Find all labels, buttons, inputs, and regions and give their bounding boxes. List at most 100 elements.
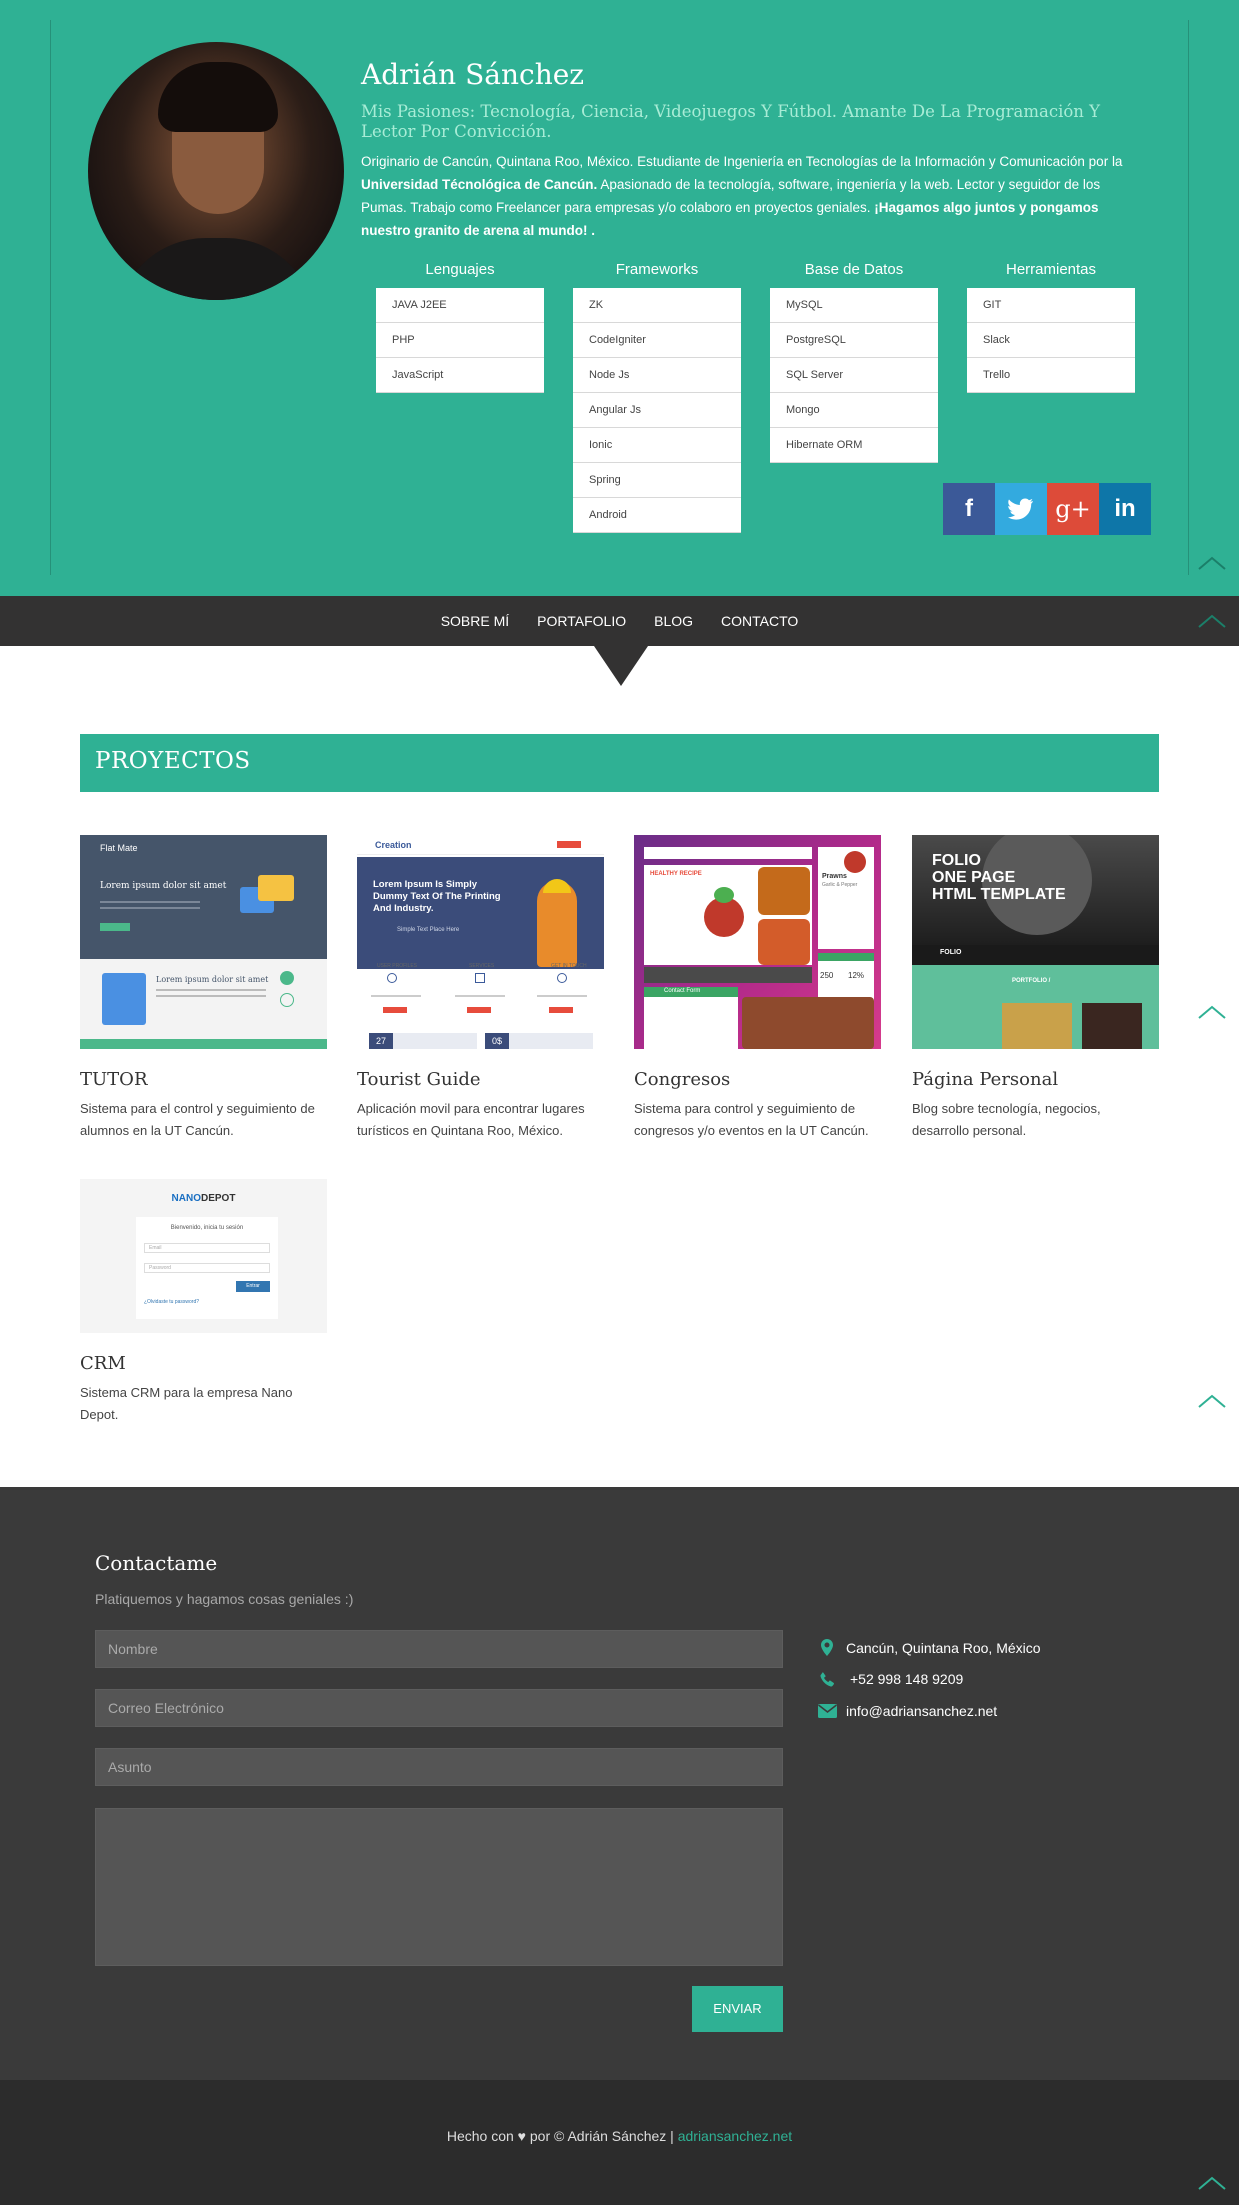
name-input[interactable]: Nombre [95, 1630, 783, 1668]
skills-tools: Herramientas GIT Slack Trello [967, 260, 1135, 393]
project-thumbnail[interactable]: FOLIO ONE PAGE HTML TEMPLATE FOLIO PORTF… [912, 835, 1159, 1049]
google-plus-icon: g+ [1055, 495, 1091, 523]
project-description: Sistema para el control y seguimiento de… [80, 1101, 315, 1138]
project-title[interactable]: CRM [80, 1353, 327, 1374]
skill-item: GIT [967, 288, 1135, 323]
twitter-icon [1008, 498, 1033, 520]
thumb-button: Entrar [236, 1281, 270, 1292]
thumb-card: Prawns [822, 873, 847, 880]
email-text[interactable]: info@adriansanchez.net [846, 1703, 997, 1719]
project-card-tutor[interactable]: Flat Mate Lorem ipsum dolor sit amet Lor… [80, 835, 327, 1142]
thumb-brand: Flat Mate [100, 843, 138, 853]
project-title[interactable]: Página Personal [912, 1069, 1159, 1090]
scroll-up-icon[interactable] [1198, 1394, 1226, 1408]
contact-phone: +52 998 148 9209 [814, 1671, 963, 1687]
project-title[interactable]: Tourist Guide [357, 1069, 604, 1090]
footer-text: Hecho con ♥ por © Adrián Sánchez | adria… [0, 2128, 1239, 2144]
skills-languages: Lenguajes JAVA J2EE PHP JavaScript [376, 260, 544, 393]
project-thumbnail[interactable]: Flat Mate Lorem ipsum dolor sit amet Lor… [80, 835, 327, 1049]
skill-item: ZK [573, 288, 741, 323]
project-card-congresos[interactable]: HEALTHY RECIPE Prawns Garlic & Pepper 25… [634, 835, 881, 1142]
skill-item: Slack [967, 323, 1135, 358]
contact-email: info@adriansanchez.net [814, 1703, 997, 1719]
contact-location: Cancún, Quintana Roo, México [814, 1639, 1041, 1656]
skills-databases: Base de Datos MySQL PostgreSQL SQL Serve… [770, 260, 938, 463]
scroll-up-icon[interactable] [1198, 614, 1226, 628]
project-thumbnail[interactable]: Creation Lorem Ipsum Is Simply Dummy Tex… [357, 835, 604, 1049]
project-card-pagina-personal[interactable]: FOLIO ONE PAGE HTML TEMPLATE FOLIO PORTF… [912, 835, 1159, 1142]
skill-item: Mongo [770, 393, 938, 428]
twitter-button[interactable] [995, 483, 1047, 535]
thumb-password: Password [144, 1263, 270, 1273]
thumb-card-sub: Garlic & Pepper [822, 882, 858, 888]
project-description: Aplicación movil para encontrar lugares … [357, 1101, 585, 1138]
skill-item: SQL Server [770, 358, 938, 393]
skill-item: JavaScript [376, 358, 544, 393]
skill-item: Spring [573, 463, 741, 498]
contact-section: Contactame Platiquemos y hagamos cosas g… [0, 1487, 1239, 2080]
project-description: Sistema CRM para la empresa Nano Depot. [80, 1385, 293, 1422]
thumb-num: 27 [369, 1033, 393, 1049]
project-title[interactable]: TUTOR [80, 1069, 327, 1090]
nav-link-portafolio[interactable]: PORTAFOLIO [537, 596, 626, 646]
linkedin-button[interactable]: in [1099, 483, 1151, 535]
nav-link-contacto[interactable]: CONTACTO [721, 596, 798, 646]
skill-item: Node Js [573, 358, 741, 393]
project-title[interactable]: Congresos [634, 1069, 881, 1090]
facebook-icon: f [965, 495, 973, 522]
thumb-badge: HEALTHY RECIPE [650, 871, 702, 877]
thumb-welcome: Bienvenido, inicia tu sesión [170, 1225, 244, 1231]
project-thumbnail[interactable]: NANODEPOT Bienvenido, inicia tu sesión E… [80, 1179, 327, 1333]
project-card-crm[interactable]: NANODEPOT Bienvenido, inicia tu sesión E… [80, 1179, 327, 1426]
subject-input[interactable]: Asunto [95, 1748, 783, 1786]
scroll-up-icon[interactable] [1198, 556, 1226, 570]
thumb-forgot: ¿Olvidaste tu password? [144, 1299, 200, 1305]
skill-item: JAVA J2EE [376, 288, 544, 323]
skills-heading: Base de Datos [804, 261, 904, 278]
scroll-up-icon[interactable] [1198, 1005, 1226, 1019]
message-textarea[interactable] [95, 1808, 783, 1966]
thumb-brand: Creation [375, 840, 412, 850]
skills-heading: Lenguajes [425, 261, 495, 278]
phone-text: +52 998 148 9209 [850, 1671, 964, 1687]
scroll-up-icon[interactable] [1198, 2176, 1226, 2190]
footer-link[interactable]: adriansanchez.net [678, 2128, 792, 2144]
footer-credit: Hecho con ♥ por © Adrián Sánchez | [446, 2128, 678, 2144]
skill-item: MySQL [770, 288, 938, 323]
thumb-cta: Simple Text Place Here [397, 927, 460, 933]
thumb-section: PORTFOLIO / [1012, 978, 1051, 984]
skill-item: CodeIgniter [573, 323, 741, 358]
projects-banner: PROYECTOS [80, 734, 1159, 792]
thumb-stat: 12% [848, 971, 865, 980]
location-text: Cancún, Quintana Roo, México [846, 1639, 1041, 1656]
thumb-col: USER PROFILES [377, 963, 418, 969]
avatar [88, 42, 344, 300]
thumb-line: FOLIO [932, 852, 981, 869]
skill-item: Angular Js [573, 393, 741, 428]
project-description: Sistema para control y seguimiento de co… [634, 1101, 869, 1138]
skill-item: PostgreSQL [770, 323, 938, 358]
nav-link-blog[interactable]: BLOG [654, 596, 693, 646]
email-input[interactable]: Correo Electrónico [95, 1689, 783, 1727]
project-card-tourist-guide[interactable]: Creation Lorem Ipsum Is Simply Dummy Tex… [357, 835, 604, 1142]
thumb-lower: Lorem ipsum dolor sit amet [156, 975, 269, 984]
nav-link-sobre-mi[interactable]: SOBRE MÍ [441, 596, 509, 646]
skill-item: Hibernate ORM [770, 428, 938, 463]
project-thumbnail[interactable]: HEALTHY RECIPE Prawns Garlic & Pepper 25… [634, 835, 881, 1049]
nav-pointer [594, 646, 648, 686]
contact-subtitle: Platiquemos y hagamos cosas geniales :) [95, 1591, 354, 1607]
send-button[interactable]: ENVIAR [692, 1986, 783, 2032]
section-title: PROYECTOS [95, 748, 251, 774]
envelope-icon [814, 1704, 840, 1718]
skills-heading: Frameworks [615, 261, 699, 278]
contact-title: Contactame [95, 1551, 218, 1575]
profile-bio: Originario de Cancún, Quintana Roo, Méxi… [361, 150, 1141, 242]
thumb-line: HTML TEMPLATE [932, 886, 1066, 903]
thumb-form: Contact Form [664, 988, 701, 994]
divider [50, 20, 51, 575]
thumb-line: ONE PAGE [932, 869, 1016, 886]
google-plus-button[interactable]: g+ [1047, 483, 1099, 535]
profile-name: Adrián Sánchez [361, 58, 585, 91]
facebook-button[interactable]: f [943, 483, 995, 535]
skill-item: Ionic [573, 428, 741, 463]
